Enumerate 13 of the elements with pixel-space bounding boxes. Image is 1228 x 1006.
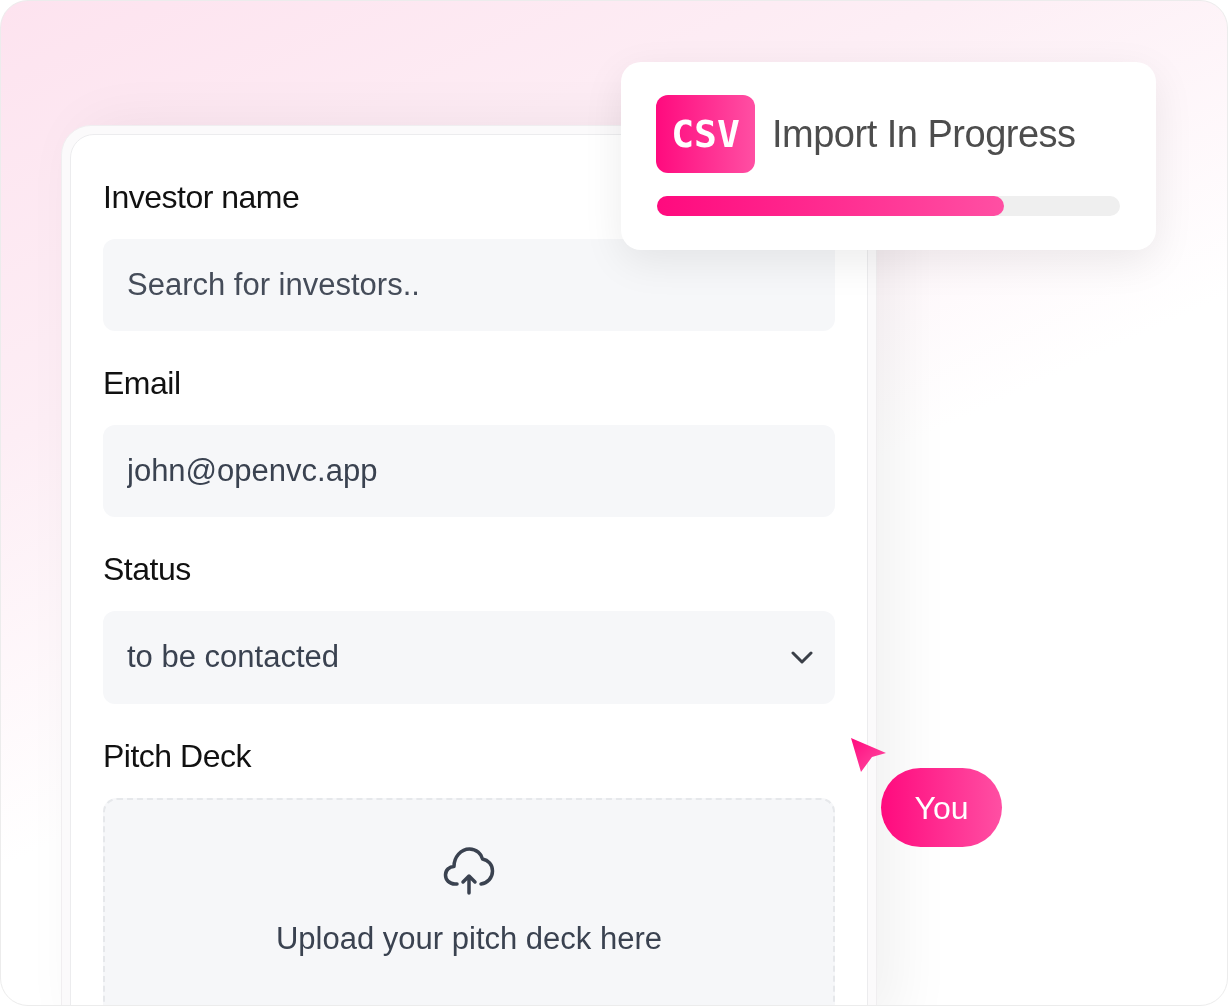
file-type-badge: CSV — [656, 95, 755, 173]
cursor-pointer-icon — [850, 736, 887, 773]
text-field[interactable]: Search for investors.. — [103, 239, 835, 331]
cloud-upload-icon — [443, 846, 495, 896]
field-label: Email — [103, 364, 181, 403]
upload-dropzone[interactable]: Upload your pitch deck here — [103, 798, 835, 1005]
field-label: Pitch Deck — [103, 737, 251, 776]
dropdown-field[interactable]: to be contacted — [103, 611, 835, 704]
field-label: Investor name — [103, 178, 300, 217]
chevron-down-icon — [791, 651, 813, 664]
field-label: Status — [103, 550, 191, 589]
text-field[interactable]: john@openvc.app — [103, 425, 835, 517]
import-title: Import In Progress — [772, 111, 1076, 157]
